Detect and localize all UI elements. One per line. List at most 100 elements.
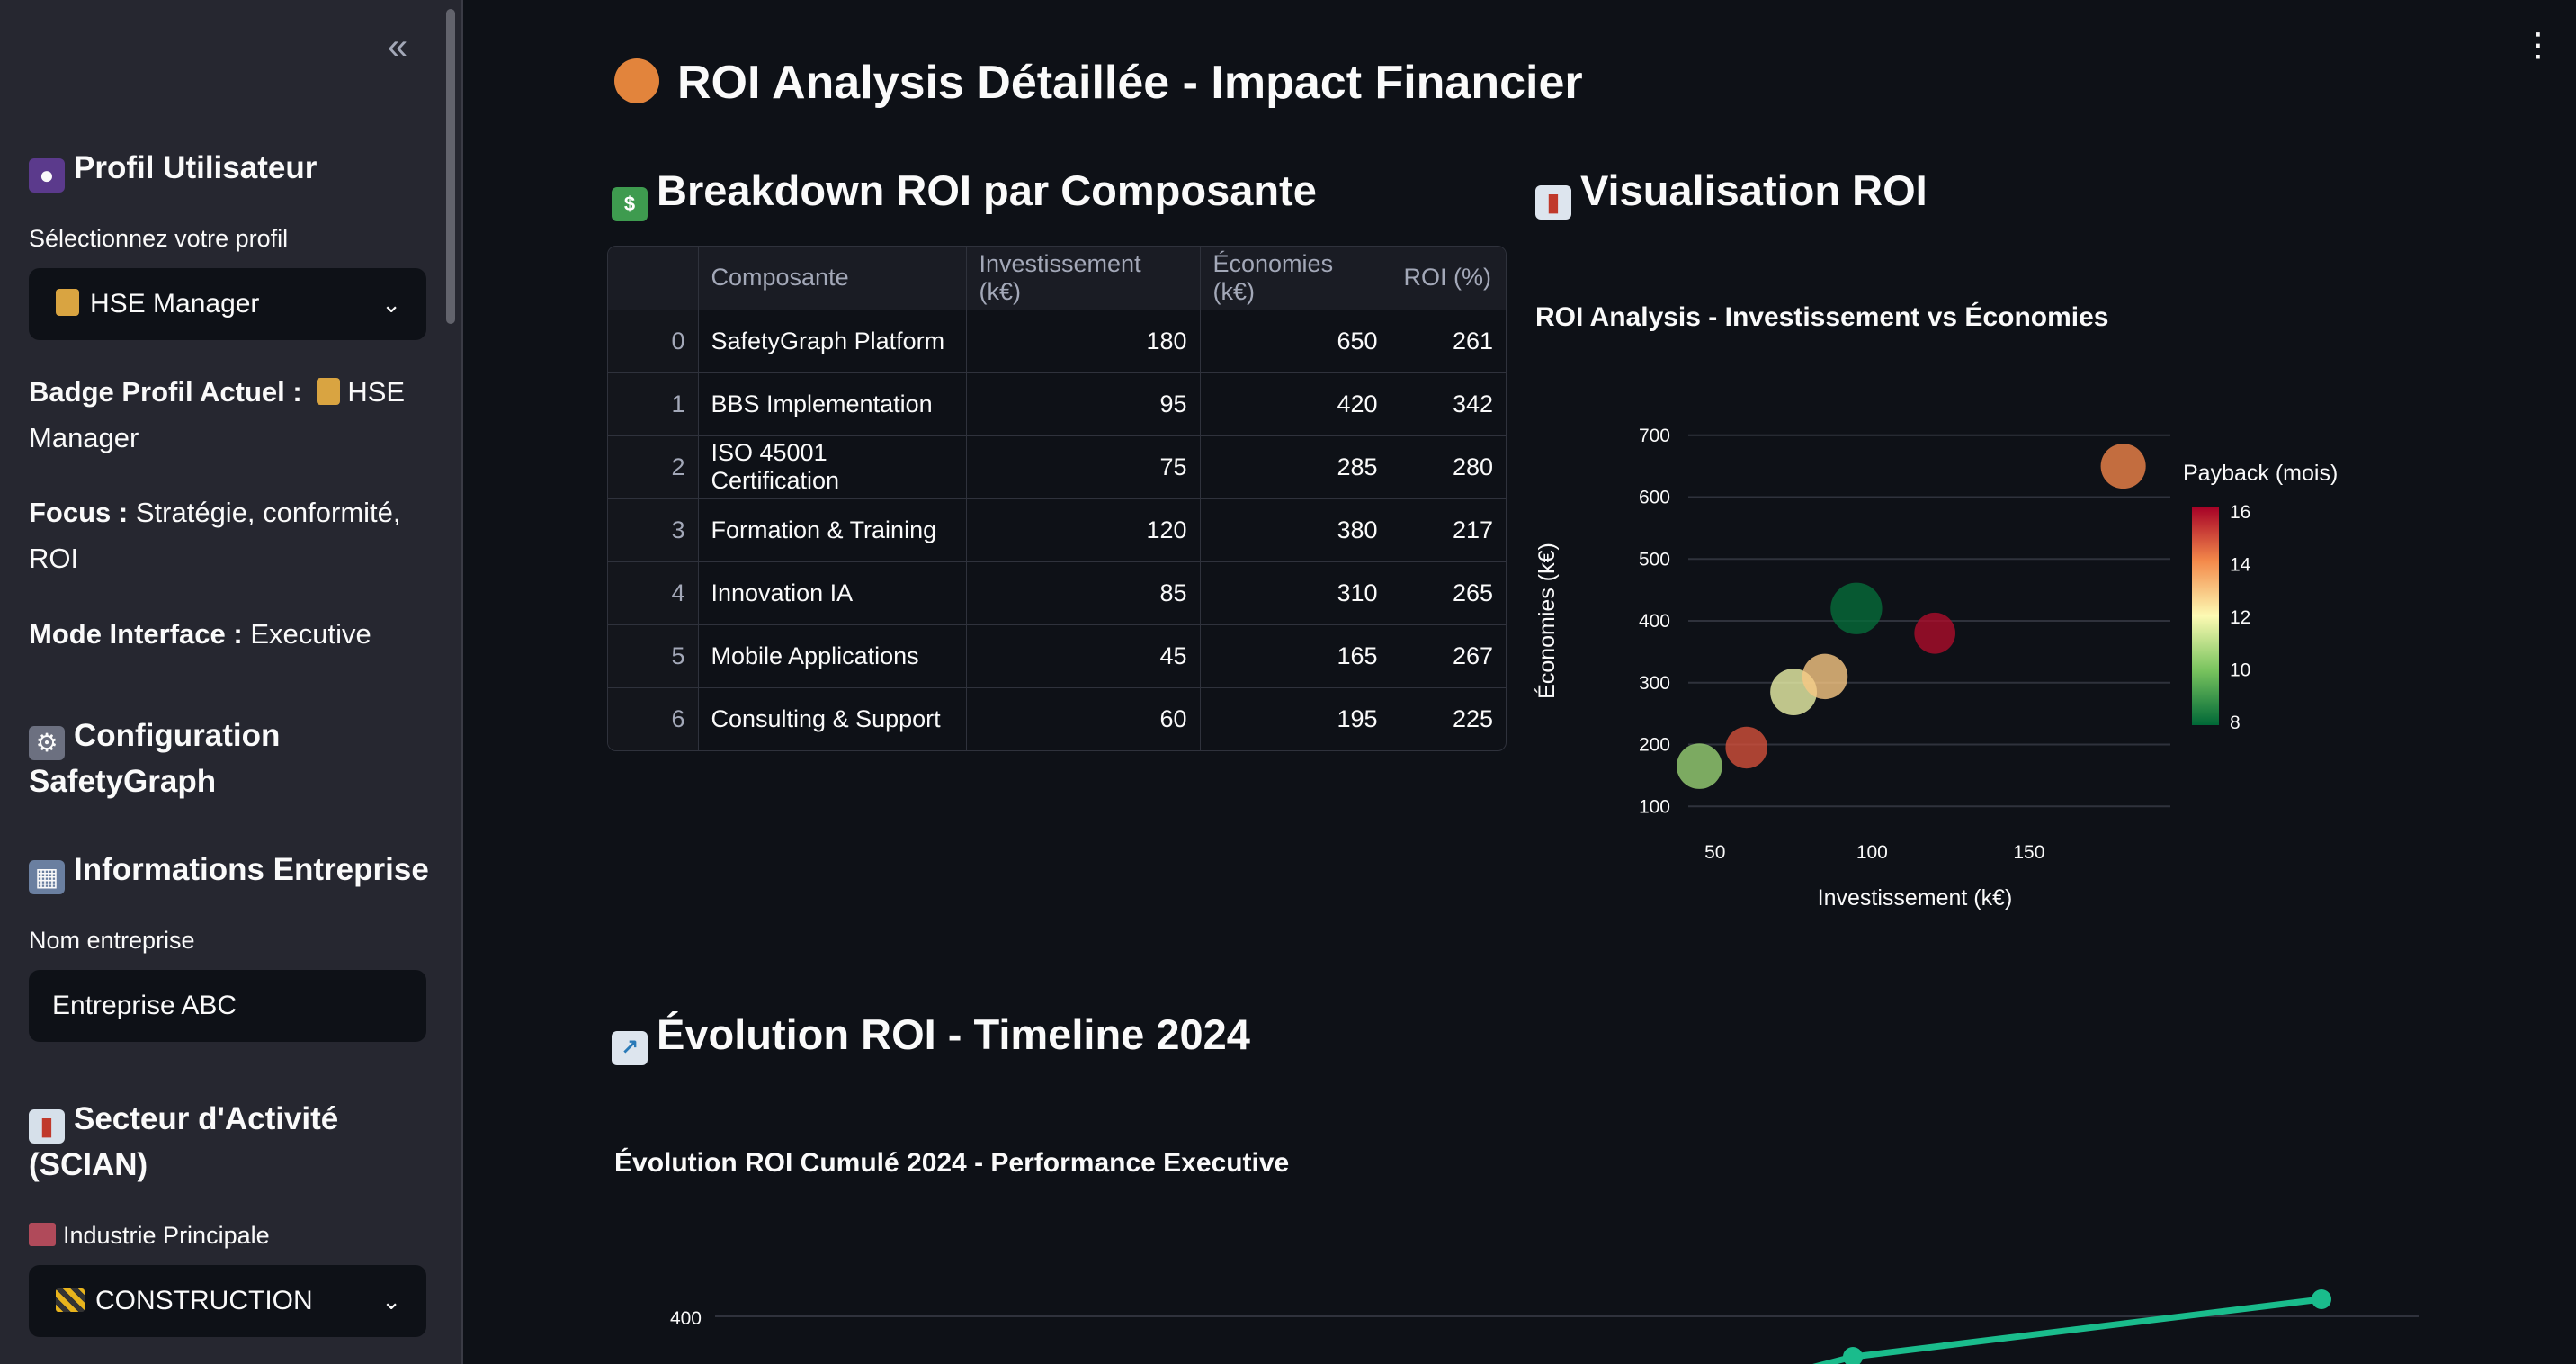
table-header-roi[interactable]: ROI (%): [1391, 247, 1506, 310]
table-header-economies[interactable]: Économies (k€): [1200, 247, 1391, 310]
table-row[interactable]: 3 Formation & Training 120 380 217: [608, 498, 1506, 562]
factory-icon: [29, 1223, 56, 1246]
user-icon: ●: [29, 158, 65, 193]
table-cell-economies[interactable]: 310: [1200, 561, 1391, 625]
profile-select[interactable]: HSE Manager ⌄: [29, 268, 426, 340]
table-cell-composante[interactable]: ISO 45001 Certification: [698, 435, 967, 499]
scatter-point[interactable]: [1914, 612, 1956, 654]
table-cell-composante[interactable]: Innovation IA: [698, 561, 967, 625]
table-header-row: Composante Investissement (k€) Économies…: [608, 247, 1506, 310]
industry-select[interactable]: CONSTRUCTION ⌄: [29, 1265, 426, 1337]
money-bag-icon: [614, 58, 659, 103]
table-cell-roi[interactable]: 267: [1391, 624, 1506, 688]
scatter-ytick: 600: [1639, 488, 1670, 508]
collapse-sidebar-icon[interactable]: «: [378, 27, 417, 67]
money-icon: $: [612, 187, 648, 221]
table-header-index[interactable]: [608, 247, 699, 310]
scatter-point[interactable]: [1725, 726, 1767, 769]
table-cell-index[interactable]: 4: [608, 561, 699, 625]
scatter-xtick: 50: [1704, 842, 1725, 863]
table-cell-roi[interactable]: 217: [1391, 498, 1506, 562]
line-ytick-400: 400: [670, 1308, 702, 1329]
menu-icon[interactable]: ⋮: [2522, 27, 2554, 63]
table-cell-economies[interactable]: 650: [1200, 310, 1391, 373]
table-row[interactable]: 2 ISO 45001 Certification 75 285 280: [608, 435, 1506, 499]
breakdown-heading-text: Breakdown ROI par Composante: [657, 166, 1317, 214]
roi-evolution-chart[interactable]: Évolution ROI Cumulé 2024 - Performance …: [607, 1134, 2576, 1364]
table-cell-index[interactable]: 0: [608, 310, 699, 373]
scatter-title: ROI Analysis - Investissement vs Économi…: [1535, 301, 2108, 332]
industry-label: Industrie Principale: [29, 1222, 270, 1250]
table-cell-roi[interactable]: 342: [1391, 372, 1506, 436]
industry-select-value: CONSTRUCTION: [95, 1286, 313, 1315]
table-row[interactable]: 5 Mobile Applications 45 165 267: [608, 624, 1506, 688]
table-cell-economies[interactable]: 195: [1200, 687, 1391, 750]
sidebar-scrollbar[interactable]: [446, 9, 455, 324]
table-cell-economies[interactable]: 420: [1200, 372, 1391, 436]
roi-breakdown-table[interactable]: Composante Investissement (k€) Économies…: [607, 246, 1507, 751]
line-point[interactable]: [2312, 1289, 2331, 1309]
table-cell-investissement[interactable]: 95: [966, 372, 1201, 436]
table-cell-index[interactable]: 3: [608, 498, 699, 562]
roi-analysis-title: ROI Analysis Détaillée - Impact Financie…: [614, 56, 1583, 110]
table-row[interactable]: 1 BBS Implementation 95 420 342: [608, 372, 1506, 436]
table-cell-investissement[interactable]: 85: [966, 561, 1201, 625]
table-cell-index[interactable]: 6: [608, 687, 699, 750]
table-cell-investissement[interactable]: 180: [966, 310, 1201, 373]
table-cell-roi[interactable]: 280: [1391, 435, 1506, 499]
table-cell-investissement[interactable]: 75: [966, 435, 1201, 499]
table-cell-investissement[interactable]: 60: [966, 687, 1201, 750]
table-cell-composante[interactable]: Mobile Applications: [698, 624, 967, 688]
scatter-point[interactable]: [2100, 444, 2146, 489]
table-cell-index[interactable]: 2: [608, 435, 699, 499]
table-cell-composante[interactable]: SafetyGraph Platform: [698, 310, 967, 373]
scatter-ylabel: Économies (k€): [1534, 543, 1560, 699]
focus-label: Focus :: [29, 497, 129, 528]
table-cell-composante[interactable]: Consulting & Support: [698, 687, 967, 750]
config-heading: ⚙ Configuration SafetyGraph: [29, 714, 425, 803]
table-cell-index[interactable]: 1: [608, 372, 699, 436]
table-cell-economies[interactable]: 165: [1200, 624, 1391, 688]
badge-profile: Badge Profil Actuel : HSE Manager: [29, 369, 425, 461]
sidebar: « ● Profil Utilisateur Sélectionnez votre…: [0, 0, 461, 1364]
table-header-investissement[interactable]: Investissement (k€): [966, 247, 1201, 310]
roi-scatter-chart[interactable]: ROI Analysis - Investissement vs Économi…: [1525, 288, 2514, 936]
table-cell-composante[interactable]: Formation & Training: [698, 498, 967, 562]
table-cell-investissement[interactable]: 45: [966, 624, 1201, 688]
badge-label: Badge Profil Actuel :: [29, 376, 302, 408]
table-cell-investissement[interactable]: 120: [966, 498, 1201, 562]
table-header-composante[interactable]: Composante: [698, 247, 967, 310]
colorbar-tick: 10: [2230, 660, 2250, 681]
scatter-point[interactable]: [1802, 653, 1848, 700]
scatter-ytick: 500: [1639, 549, 1670, 570]
table-row[interactable]: 4 Innovation IA 85 310 265: [608, 561, 1506, 625]
table-cell-roi[interactable]: 265: [1391, 561, 1506, 625]
scatter-point[interactable]: [1830, 582, 1883, 634]
colorbar-title: Payback (mois): [2183, 461, 2338, 486]
profile-heading-text: Profil Utilisateur: [74, 150, 318, 185]
colorbar-tick: 16: [2230, 502, 2250, 523]
chevron-down-icon: ⌄: [381, 291, 401, 318]
table-cell-roi[interactable]: 261: [1391, 310, 1506, 373]
scatter-point[interactable]: [1677, 743, 1722, 789]
roi-analysis-title-text: ROI Analysis Détaillée - Impact Financie…: [677, 57, 1583, 109]
table-row[interactable]: 6 Consulting & Support 60 195 225: [608, 687, 1506, 750]
company-heading: ▦ Informations Entreprise: [29, 848, 429, 894]
bar-chart-icon: ▮: [29, 1109, 65, 1144]
industry-label-text: Industrie Principale: [63, 1222, 270, 1249]
table-cell-roi[interactable]: 225: [1391, 687, 1506, 750]
table-cell-composante[interactable]: BBS Implementation: [698, 372, 967, 436]
building-icon: ▦: [29, 860, 65, 894]
line-point[interactable]: [1843, 1347, 1863, 1364]
scatter-ytick: 300: [1639, 673, 1670, 694]
table-row[interactable]: 0 SafetyGraph Platform 180 650 261: [608, 310, 1506, 373]
chevron-down-icon: ⌄: [381, 1288, 401, 1315]
company-name-input[interactable]: Entreprise ABC: [29, 970, 426, 1042]
profile-select-label: Sélectionnez votre profil: [29, 225, 289, 252]
table-cell-economies[interactable]: 285: [1200, 435, 1391, 499]
profile-heading: ● Profil Utilisateur: [29, 147, 317, 193]
main-content: ⋮ ROI Analysis Détaillée - Impact Financ…: [463, 0, 2576, 1364]
table-cell-index[interactable]: 5: [608, 624, 699, 688]
scatter-xtick: 100: [1856, 842, 1888, 863]
table-cell-economies[interactable]: 380: [1200, 498, 1391, 562]
